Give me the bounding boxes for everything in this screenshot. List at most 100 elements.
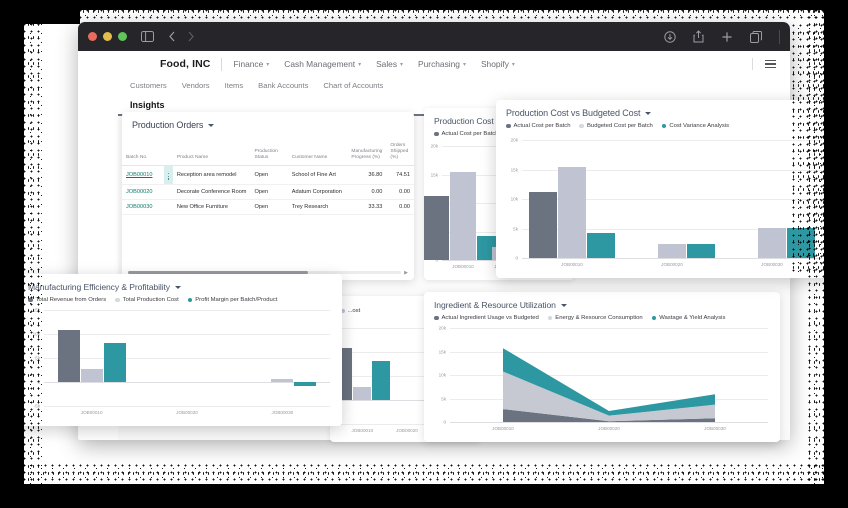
table-row[interactable]: JOB00030 New Office Furniture Open Trey … <box>122 199 414 214</box>
chart-legend: Total Revenue from Orders Total Producti… <box>18 292 342 303</box>
chart-y-tick-label: 20k <box>498 138 518 143</box>
batch-link[interactable]: JOB00030 <box>126 204 152 210</box>
chart-bar[interactable] <box>529 192 557 258</box>
chart-bar[interactable] <box>294 382 316 386</box>
chart-y-tick-label: 5k <box>498 226 518 231</box>
chevron-down-icon[interactable] <box>561 304 567 307</box>
chart-bar[interactable] <box>424 196 449 260</box>
maximize-window-button[interactable] <box>118 32 127 41</box>
chart-bar[interactable] <box>587 233 615 258</box>
close-window-button[interactable] <box>88 32 97 41</box>
chart-bar[interactable] <box>658 244 686 258</box>
cell-batch-no[interactable]: JOB00010 <box>122 166 164 184</box>
legend-item[interactable]: Energy & Resource Consumption <box>548 315 643 321</box>
main-menu: Finance ▾ Cash Management ▾ Sales ▾ Purc… <box>233 59 514 69</box>
card-title: Ingredient & Resource Utilization <box>434 300 556 310</box>
chart-x-tick-label: JOB00010 <box>561 262 583 267</box>
chart-bar[interactable] <box>58 330 80 382</box>
browser-toolbar-right <box>664 22 780 51</box>
column-header-production-status[interactable]: Production Status <box>250 140 287 166</box>
chart-bar[interactable] <box>787 228 815 258</box>
window-traffic-lights[interactable] <box>88 32 127 41</box>
scroll-right-icon[interactable]: ▶ <box>404 270 408 276</box>
chart-gridline <box>44 334 330 335</box>
legend-label: Actual Cost per Batch <box>514 123 571 129</box>
chart-bar[interactable] <box>104 343 126 382</box>
black-edge-left <box>0 0 24 508</box>
minimize-window-button[interactable] <box>103 32 112 41</box>
cell-batch-no[interactable]: JOB00020 <box>122 184 164 199</box>
row-actions-cell[interactable] <box>164 166 173 184</box>
legend-dot-icon <box>434 316 439 321</box>
column-header-manufacturing-progress[interactable]: Manufacturing Progress (%) <box>347 140 386 166</box>
app-menu-right <box>752 58 776 70</box>
chevron-down-icon[interactable] <box>645 112 651 115</box>
menu-item-purchasing[interactable]: Purchasing ▾ <box>418 59 466 69</box>
table-body: JOB00010 Reception area remodel Open Sch… <box>122 166 414 214</box>
menu-item-cash-management[interactable]: Cash Management ▾ <box>284 59 361 69</box>
column-header-customer-name[interactable]: Customer Name <box>288 140 348 166</box>
subnav-item-items[interactable]: Items <box>225 81 244 90</box>
subnav-item-chart-of-accounts[interactable]: Chart of Accounts <box>323 81 383 90</box>
tab-overview-icon[interactable] <box>750 31 762 43</box>
chart-bar[interactable] <box>450 172 476 260</box>
hamburger-menu-icon[interactable] <box>765 58 776 70</box>
back-nav-icon[interactable] <box>168 31 176 42</box>
forward-nav-icon[interactable] <box>187 31 195 42</box>
menu-item-finance[interactable]: Finance ▾ <box>233 59 269 69</box>
chart-bar[interactable] <box>687 244 715 258</box>
legend-item[interactable]: Actual Cost per Batch <box>506 123 570 129</box>
chart-x-tick-label: JOB00020 <box>396 428 418 433</box>
brand-divider <box>221 58 222 71</box>
download-icon[interactable] <box>664 31 676 43</box>
cell-batch-no[interactable]: JOB00030 <box>122 199 164 214</box>
subnav-item-vendors[interactable]: Vendors <box>182 81 210 90</box>
column-header-product-name[interactable]: Product Name <box>173 140 251 166</box>
row-actions-cell <box>164 199 173 214</box>
batch-link[interactable]: JOB00020 <box>126 189 152 195</box>
chart-bar[interactable] <box>271 379 293 382</box>
legend-item[interactable]: Wastage & Yield Analysis <box>652 315 726 321</box>
chart-x-tick-label: JOB00020 <box>661 262 683 267</box>
chart-bar[interactable] <box>81 369 103 382</box>
table-row[interactable]: JOB00010 Reception area remodel Open Sch… <box>122 166 414 184</box>
column-header-orders-shipped[interactable]: Orders Shipped (%) <box>386 140 414 166</box>
chevron-down-icon[interactable] <box>208 124 214 127</box>
legend-item[interactable]: Profit Margin per Batch/Product <box>188 297 278 303</box>
table-row[interactable]: JOB00020 Decorate Conference Room Open A… <box>122 184 414 199</box>
subnav-item-bank-accounts[interactable]: Bank Accounts <box>258 81 308 90</box>
legend-item[interactable]: ...ost <box>340 308 360 314</box>
page-title: Insights <box>130 100 165 110</box>
chart-bar[interactable] <box>353 387 371 400</box>
legend-item[interactable]: Actual Ingredient Usage vs Budgeted <box>434 315 539 321</box>
batch-link[interactable]: JOB00010 <box>126 172 152 178</box>
sidebar-toggle-icon[interactable] <box>141 31 154 42</box>
card-header: Production Orders <box>122 112 414 130</box>
new-tab-icon[interactable] <box>721 31 733 43</box>
chart-bar[interactable] <box>558 167 586 258</box>
chart-bar[interactable] <box>372 361 390 400</box>
chart-y-tick-label: 5k <box>426 396 446 401</box>
menu-item-label: Purchasing <box>418 59 460 69</box>
legend-item[interactable]: Cost Variance Analysis <box>662 123 729 129</box>
more-options-icon[interactable] <box>168 173 169 179</box>
menu-item-sales[interactable]: Sales ▾ <box>376 59 403 69</box>
chevron-down-icon[interactable] <box>175 286 181 289</box>
menu-item-shopify[interactable]: Shopify ▾ <box>481 59 515 69</box>
share-icon[interactable] <box>693 30 704 43</box>
subnav-item-customers[interactable]: Customers <box>130 81 167 90</box>
legend-item[interactable]: Budgeted Cost per Batch <box>579 123 652 129</box>
legend-item[interactable]: Total Production Cost <box>115 297 179 303</box>
column-header-batch-no[interactable]: Batch No. <box>122 140 164 166</box>
production-cost-chart-plot: 05k10k15k20kJOB00010JOB00020JOB00030 <box>522 140 822 258</box>
chart-y-tick-label: 15k <box>20 308 40 313</box>
cell-production-status: Open <box>250 184 287 199</box>
cell-product-name: New Office Furniture <box>173 199 251 214</box>
chart-bar[interactable] <box>758 228 786 258</box>
chart-y-tick-label: 0 <box>20 380 40 385</box>
legend-dot-icon <box>506 124 511 129</box>
legend-label: Total Production Cost <box>123 297 179 303</box>
legend-item[interactable]: Total Revenue from Orders <box>28 297 106 303</box>
row-actions-cell <box>164 184 173 199</box>
legend-item[interactable]: Actual Cost per Batch <box>434 131 498 137</box>
